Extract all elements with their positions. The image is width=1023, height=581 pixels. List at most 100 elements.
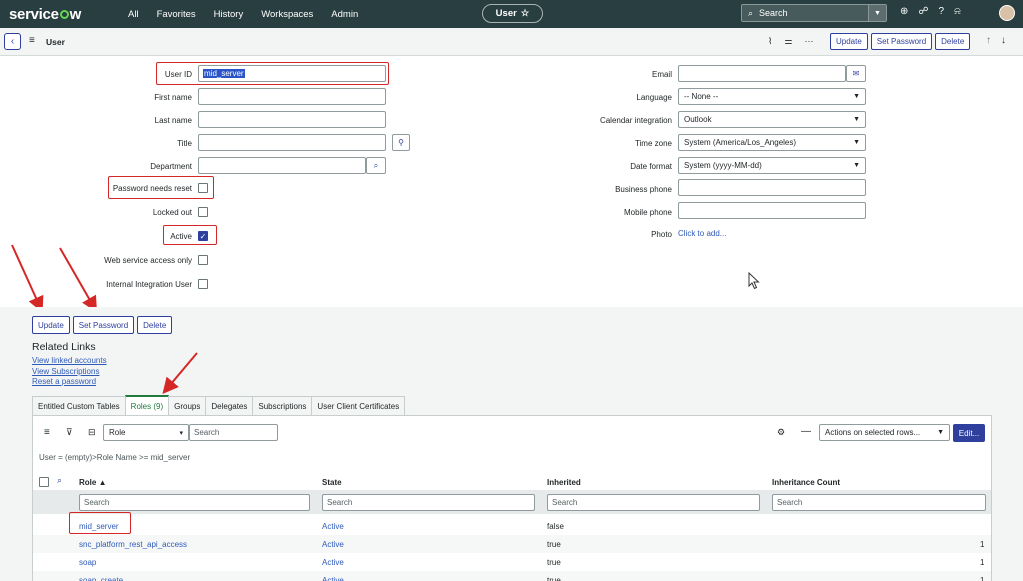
table-row[interactable]: snc_platform_rest_api_access Active true… (33, 535, 991, 553)
header-set-password-button[interactable]: Set Password (870, 33, 933, 50)
state-link[interactable]: Active (322, 576, 344, 581)
date-format-select[interactable]: System (yyyy-MM-dd) ▼ (678, 157, 866, 174)
tab-entitled-custom-tables[interactable]: Entitled Custom Tables (32, 396, 126, 415)
inherited-value: false (547, 522, 564, 531)
view-linked-accounts-link[interactable]: View linked accounts (32, 356, 107, 367)
search-icon[interactable]: ⌕ (366, 157, 386, 174)
chevron-down-icon[interactable]: ▼ (868, 5, 886, 21)
annotation-box-user-id (156, 62, 389, 85)
annotation-box-mid-server (69, 512, 131, 534)
comment-icon[interactable]: ⊟ (88, 427, 96, 438)
role-search-placeholder: Search (84, 498, 110, 507)
filter-icon[interactable]: ⊽ (66, 427, 73, 438)
more-icon[interactable]: ··· (804, 36, 813, 47)
paperclip-icon[interactable]: ⌇ (768, 36, 772, 47)
date-format-value: System (yyyy-MM-dd) (684, 161, 762, 170)
list-search-placeholder: Search (194, 428, 220, 437)
back-button[interactable]: ‹ (4, 33, 21, 50)
bottom-delete-button[interactable]: Delete (137, 316, 173, 334)
collapse-icon[interactable]: — (801, 426, 811, 437)
star-icon[interactable]: ☆ (521, 8, 530, 19)
lightbulb-icon[interactable]: ⚲ (392, 134, 410, 151)
chevron-down-icon: ▼ (853, 139, 860, 146)
edit-button[interactable]: Edit... (953, 424, 985, 442)
top-navigation-bar: service w All Favorites History Workspace… (0, 0, 1023, 28)
inherited-value: true (547, 558, 561, 567)
column-search-row: Search Search Search Search (33, 490, 991, 514)
record-context-pill[interactable]: User ☆ (482, 4, 543, 23)
state-search-input[interactable]: Search (322, 494, 535, 511)
nav-item-admin[interactable]: Admin (322, 9, 367, 20)
language-select[interactable]: -- None -- ▼ (678, 88, 866, 105)
title-field[interactable] (198, 134, 386, 151)
menu-icon[interactable]: ≡ (29, 35, 35, 46)
list-menu-icon[interactable]: ≡ (44, 427, 50, 438)
tab-groups[interactable]: Groups (168, 396, 207, 415)
table-row[interactable]: mid_server Active false (33, 517, 991, 535)
global-search[interactable]: ⌕ Search ▼ (741, 4, 887, 22)
sliders-icon[interactable]: ⚌ (784, 36, 792, 47)
select-all-checkbox[interactable] (39, 477, 49, 487)
arrow-up-icon[interactable]: ↑ (986, 35, 991, 46)
tab-roles[interactable]: Roles (9) (124, 395, 170, 415)
list-search-input[interactable]: Search (189, 424, 278, 441)
nav-item-workspaces[interactable]: Workspaces (252, 9, 322, 20)
last-name-field[interactable] (198, 111, 386, 128)
tab-user-client-certificates[interactable]: User Client Certificates (311, 396, 406, 415)
reset-password-link[interactable]: Reset a password (32, 377, 107, 388)
photo-add-link[interactable]: Click to add... (678, 229, 726, 238)
chevron-down-icon: ▼ (937, 429, 944, 436)
tab-delegates[interactable]: Delegates (205, 396, 254, 415)
state-link[interactable]: Active (322, 558, 344, 567)
role-link[interactable]: soap (79, 558, 96, 567)
bottom-update-button[interactable]: Update (32, 316, 70, 334)
state-link[interactable]: Active (322, 540, 344, 549)
chat-icon[interactable]: ☍ (918, 6, 928, 17)
email-field[interactable] (678, 65, 846, 82)
count-search-input[interactable]: Search (772, 494, 986, 511)
role-link[interactable]: snc_platform_rest_api_access (79, 540, 187, 549)
search-icon[interactable]: ⌕ (57, 475, 62, 486)
state-link[interactable]: Active (322, 522, 344, 531)
table-row[interactable]: soap Active true 1 (33, 553, 991, 571)
language-value: -- None -- (684, 92, 719, 101)
header-update-button[interactable]: Update (830, 33, 868, 50)
chevron-down-icon: ▼ (853, 162, 860, 169)
nav-item-all[interactable]: All (119, 9, 148, 20)
help-icon[interactable]: ? (939, 6, 945, 17)
gear-icon[interactable]: ⚙ (777, 427, 785, 438)
department-field[interactable] (198, 157, 366, 174)
table-row[interactable]: soap_create Active true 1 (33, 571, 991, 581)
tab-subscriptions[interactable]: Subscriptions (252, 396, 313, 415)
actions-select[interactable]: Actions on selected rows... ▼ (819, 424, 950, 441)
nav-item-history[interactable]: History (205, 9, 253, 20)
bell-icon[interactable]: ⍾ (954, 6, 961, 17)
role-link[interactable]: soap_create (79, 576, 123, 581)
timezone-select[interactable]: System (America/Los_Angeles) ▼ (678, 134, 866, 151)
bottom-set-password-button[interactable]: Set Password (72, 316, 135, 334)
nav-item-favorites[interactable]: Favorites (148, 9, 205, 20)
servicenow-logo[interactable]: service w (9, 6, 109, 23)
header-delete-button[interactable]: Delete (935, 33, 971, 50)
arrow-down-icon[interactable]: ↓ (1001, 35, 1006, 46)
record-pill-label: User (495, 8, 517, 19)
search-field-select[interactable]: Role ▾ (103, 424, 189, 441)
locked-out-checkbox[interactable] (198, 207, 208, 217)
sort-up-icon: ▲ (98, 478, 107, 487)
calendar-value: Outlook (684, 115, 712, 124)
envelope-icon[interactable]: ✉ (846, 65, 866, 82)
inherited-value: true (547, 576, 561, 581)
view-subscriptions-link[interactable]: View Subscriptions (32, 367, 107, 378)
timezone-value: System (America/Los_Angeles) (684, 138, 797, 147)
inherited-search-input[interactable]: Search (547, 494, 760, 511)
nav-menu: All Favorites History Workspaces Admin (119, 9, 367, 20)
header-buttons: Update Set Password Delete (830, 33, 971, 50)
search-icon: ⌕ (748, 7, 754, 18)
business-phone-field[interactable] (678, 179, 866, 196)
role-search-input[interactable]: Search (79, 494, 310, 511)
mobile-phone-field[interactable] (678, 202, 866, 219)
globe-icon[interactable]: ⊕ (900, 6, 908, 17)
calendar-select[interactable]: Outlook ▼ (678, 111, 866, 128)
first-name-field[interactable] (198, 88, 386, 105)
avatar[interactable] (999, 5, 1015, 21)
